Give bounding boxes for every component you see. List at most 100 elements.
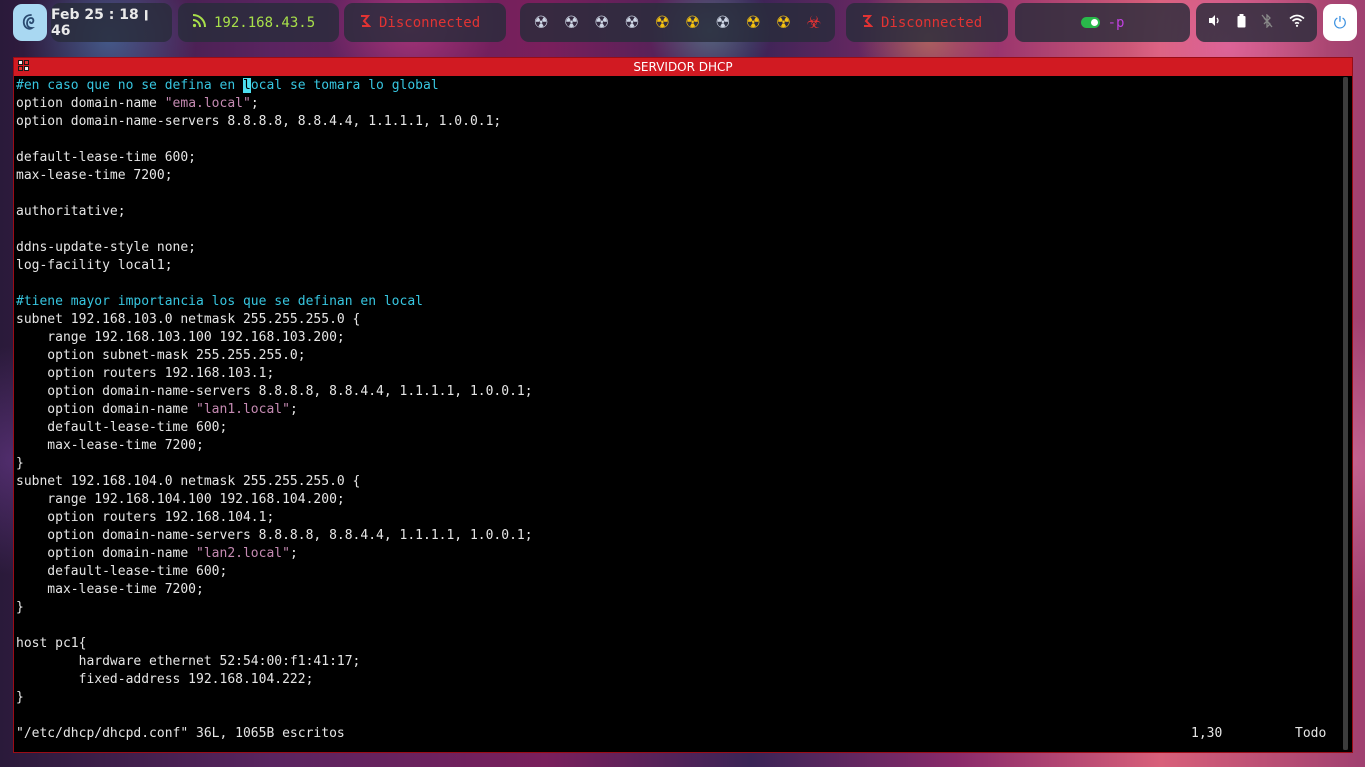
code-text: ; (289, 402, 298, 417)
editor-line: default-lease-time 600; (16, 149, 1338, 167)
clock[interactable]: Feb 25 ׀ 18 : 46 (51, 3, 172, 42)
system-tray (1196, 3, 1317, 42)
workspace-6-icon[interactable]: ☢ (685, 13, 700, 33)
network-ip-widget[interactable]: 192.168.43.5 (178, 3, 339, 42)
bluetooth-off-icon[interactable] (1261, 12, 1273, 32)
workspace-10-icon[interactable]: ☣ (806, 13, 821, 33)
code-text: } (16, 456, 24, 471)
code-text: log-facility local1; (16, 258, 173, 273)
code-text: option domain-name (16, 402, 197, 417)
code-text: range 192.168.104.100 192.168.104.200; (16, 492, 345, 507)
code-text: } (16, 600, 24, 615)
editor-line: subnet 192.168.103.0 netmask 255.255.255… (16, 311, 1338, 329)
editor-line: max-lease-time 7200; (16, 437, 1338, 455)
workspace-3-icon[interactable]: ☢ (594, 13, 609, 33)
editor-line: option domain-name-servers 8.8.8.8, 8.8.… (16, 113, 1338, 131)
code-text: host pc1{ (16, 636, 87, 651)
clock-text: Feb 25 ׀ 18 : 46 (51, 6, 149, 39)
vpn-status-text: Disconnected (379, 14, 481, 31)
terminal-window[interactable]: SERVIDOR DHCP #en caso que no se defina … (13, 57, 1353, 753)
workspace-9-icon[interactable]: ☢ (776, 13, 791, 33)
code-text: hardware ethernet 52:54:00:f1:41:17; (16, 654, 361, 669)
editor-line: option domain-name "ema.local"; (16, 95, 1338, 113)
scroll-position: Todo (1295, 726, 1327, 741)
string-literal: "lan1.local" (196, 402, 290, 417)
editor-line: } (16, 599, 1338, 617)
ip-address: 192.168.43.5 (214, 14, 316, 31)
window-menu-icon[interactable] (18, 60, 31, 73)
editor-line: option domain-name "lan1.local"; (16, 401, 1338, 419)
editor-line: option domain-name-servers 8.8.8.8, 8.8.… (16, 383, 1338, 401)
editor-line: ddns-update-style none; (16, 239, 1338, 257)
code-text: option domain-name-servers 8.8.8.8, 8.8.… (16, 528, 533, 543)
workspace-4-icon[interactable]: ☢ (624, 13, 639, 33)
editor-line: host pc1{ (16, 635, 1338, 653)
volume-icon[interactable] (1208, 14, 1221, 31)
code-text: option domain-name-servers 8.8.8.8, 8.8.… (16, 384, 533, 399)
code-text: subnet 192.168.104.0 netmask 255.255.255… (16, 474, 361, 489)
code-text: option subnet-mask 255.255.255.0; (16, 348, 306, 363)
editor-line: } (16, 689, 1338, 707)
editor-line: range 192.168.103.100 192.168.103.200; (16, 329, 1338, 347)
code-text: option routers 192.168.104.1; (16, 510, 275, 525)
power-button[interactable]: ⏻ (1323, 4, 1357, 41)
code-text: ; (250, 96, 259, 111)
code-text: max-lease-time 7200; (16, 438, 204, 453)
editor-line: max-lease-time 7200; (16, 167, 1338, 185)
workspace-5-icon[interactable]: ☢ (655, 13, 670, 33)
wifi-signal-icon (192, 13, 206, 32)
code-text: default-lease-time 600; (16, 150, 197, 165)
editor-line: hardware ethernet 52:54:00:f1:41:17; (16, 653, 1338, 671)
code-text: subnet 192.168.103.0 netmask 255.255.255… (16, 312, 361, 327)
comment-text: ocal se tomara lo global (250, 78, 439, 93)
editor-line: fixed-address 192.168.104.222; (16, 671, 1338, 689)
code-text: authoritative; (16, 204, 126, 219)
workspace-8-icon[interactable]: ☢ (746, 13, 761, 33)
workspace-2-icon[interactable]: ☢ (564, 13, 579, 33)
comment-text: #tiene mayor importancia los que se defi… (16, 294, 423, 309)
top-panel: Feb 25 ׀ 18 : 46 192.168.43.5 Disconnect… (0, 0, 1365, 46)
editor-line: log-facility local1; (16, 257, 1338, 275)
workspace-switcher: ☢ ☢ ☢ ☢ ☢ ☢ ☢ ☢ ☢ ☣ (520, 3, 835, 42)
editor-line: default-lease-time 600; (16, 563, 1338, 581)
vpn-status-right[interactable]: Disconnected (846, 3, 1008, 42)
cursor-position: 1,30 (1191, 726, 1223, 741)
editor-line: max-lease-time 7200; (16, 581, 1338, 599)
editor-line: option subnet-mask 255.255.255.0; (16, 347, 1338, 365)
wifi-icon[interactable] (1289, 14, 1305, 31)
toggle-icon (1080, 17, 1100, 28)
status-message: "/etc/dhcp/dhcpd.conf" 36L, 1065B escrit… (16, 726, 345, 741)
vpn-status-left[interactable]: Disconnected (344, 3, 506, 42)
scrollbar[interactable] (1341, 77, 1350, 750)
code-text: option domain-name (16, 546, 197, 561)
string-literal: "ema.local" (164, 96, 251, 111)
vpn-status-text: Disconnected (881, 14, 983, 31)
editor-line: option routers 192.168.104.1; (16, 509, 1338, 527)
editor-buffer[interactable]: #en caso que no se defina en local se to… (16, 77, 1338, 752)
scrollbar-thumb[interactable] (1343, 77, 1348, 750)
workspace-1-icon[interactable]: ☢ (534, 13, 549, 33)
vpn-disconnected-icon (359, 14, 372, 32)
code-text: ddns-update-style none; (16, 240, 197, 255)
code-text: } (16, 690, 24, 705)
window-title: SERVIDOR DHCP (633, 60, 733, 74)
vim-status-line: "/etc/dhcp/dhcpd.conf" 36L, 1065B escrit… (16, 725, 1338, 743)
workspace-7-icon[interactable]: ☢ (715, 13, 730, 33)
comment-text: #en caso que no se defina en (16, 78, 243, 93)
editor-line: option domain-name "lan2.local"; (16, 545, 1338, 563)
mode-widget[interactable]: -p (1015, 3, 1190, 42)
code-text: max-lease-time 7200; (16, 168, 173, 183)
window-titlebar[interactable]: SERVIDOR DHCP (14, 58, 1352, 76)
string-literal: "lan2.local" (196, 546, 290, 561)
launcher-button[interactable] (13, 4, 47, 41)
code-text: max-lease-time 7200; (16, 582, 204, 597)
code-text: default-lease-time 600; (16, 564, 228, 579)
editor-line: range 192.168.104.100 192.168.104.200; (16, 491, 1338, 509)
editor-line: } (16, 455, 1338, 473)
battery-icon[interactable] (1237, 13, 1246, 32)
editor-line: default-lease-time 600; (16, 419, 1338, 437)
editor-line: option domain-name-servers 8.8.8.8, 8.8.… (16, 527, 1338, 545)
